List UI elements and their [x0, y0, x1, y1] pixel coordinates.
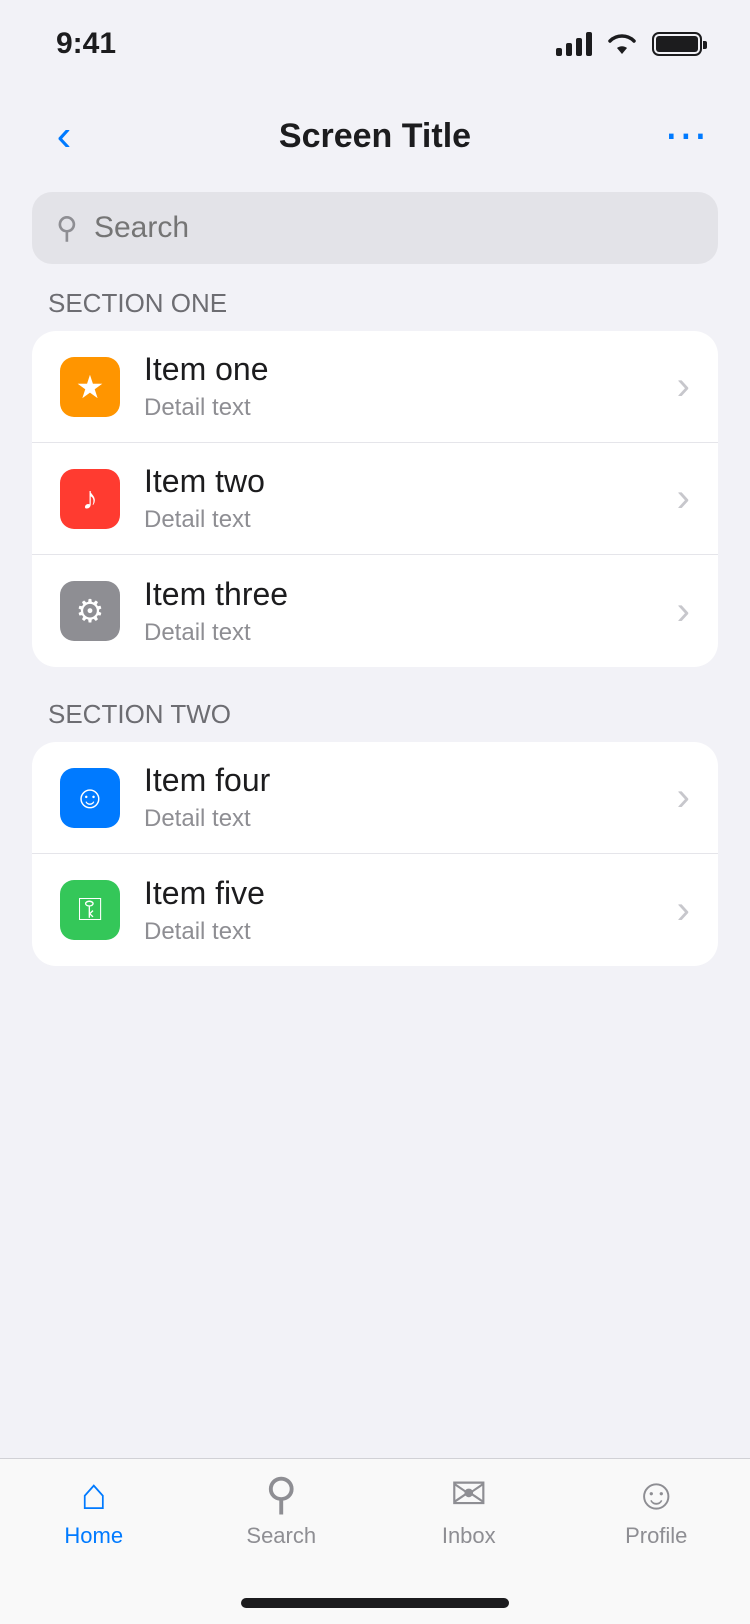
list-item-text: Item three Detail text — [144, 576, 653, 647]
tab-label: Search — [246, 1523, 317, 1548]
back-button[interactable]: ‹ — [32, 104, 96, 168]
lock-icon: ⚿ — [60, 880, 120, 940]
tab-profile[interactable]: ☺ Profile — [581, 1473, 731, 1624]
search-icon: ⚲ — [265, 1470, 298, 1519]
ellipsis-icon: ⋯ — [663, 111, 708, 160]
inbox-icon: ✉ — [450, 1470, 488, 1519]
list-item-title: Item one — [144, 351, 269, 387]
list-item-title: Item five — [144, 874, 265, 911]
wifi-icon — [608, 34, 636, 54]
home-icon: ⌂ — [80, 1470, 108, 1519]
more-button[interactable]: ⋯ — [654, 104, 718, 168]
chevron-right-icon: › — [676, 476, 690, 520]
status-icons — [556, 32, 707, 56]
list-item-title: Item four — [144, 762, 271, 798]
list-item-subtitle: Detail text — [144, 917, 251, 945]
section-header: Section Two — [48, 699, 231, 729]
gear-icon: ⚙ — [60, 581, 120, 641]
list-item-text: Item two Detail text — [144, 463, 653, 534]
chevron-right-icon: › — [676, 364, 690, 408]
search-input[interactable] — [93, 211, 694, 245]
tab-label: Profile — [625, 1523, 688, 1548]
search-icon: ⚲ — [56, 211, 78, 245]
star-icon: ★ — [60, 356, 120, 417]
list-item-subtitle: Detail text — [144, 506, 251, 533]
list-item[interactable]: ★ Item one Detail text › — [32, 331, 718, 443]
navigation-bar: ‹ Screen Title ⋯ — [0, 88, 750, 184]
list-item-subtitle: Detail text — [144, 394, 251, 421]
chevron-right-icon: › — [676, 588, 690, 633]
list-item-subtitle: Detail text — [144, 805, 251, 832]
page-title: Screen Title — [278, 116, 472, 155]
user-icon: ☺ — [633, 1470, 679, 1519]
battery-icon — [652, 32, 707, 56]
tab-label: Home — [64, 1523, 124, 1548]
tab-home[interactable]: ⌂ Home — [19, 1473, 169, 1624]
chevron-left-icon: ‹ — [56, 111, 72, 160]
status-time: 9:41 — [56, 27, 117, 60]
list-item-text: Item four Detail text — [144, 762, 653, 833]
grouped-list: ☺ Item four Detail text › ⚿ Item five Detail t… — [32, 742, 718, 966]
section-list: Section One ★ Item one Detail text › ♪ Item tw… — [0, 288, 750, 966]
home-indicator — [241, 1598, 509, 1608]
list-item-subtitle: Detail text — [144, 618, 251, 646]
list-item-text: Item one Detail text — [144, 351, 653, 422]
list-item-title: Item three — [144, 575, 289, 612]
list-item[interactable]: ☺ Item four Detail text › — [32, 742, 718, 854]
tab-label: Inbox — [441, 1523, 496, 1548]
chevron-right-icon: › — [676, 887, 690, 932]
list-item-title: Item two — [144, 463, 265, 499]
cellular-signal-icon — [556, 32, 592, 56]
list-item[interactable]: ⚙ Item three Detail text › — [32, 555, 718, 667]
search-bar[interactable]: ⚲ — [32, 192, 718, 264]
status-bar: 9:41 — [0, 0, 750, 88]
list-item[interactable]: ♪ Item two Detail text › — [32, 443, 718, 555]
list-item-text: Item five Detail text — [144, 875, 653, 946]
user-icon: ☺ — [60, 767, 120, 828]
chevron-right-icon: › — [676, 775, 690, 819]
list-item[interactable]: ⚿ Item five Detail text › — [32, 854, 718, 966]
bell-icon: ♪ — [60, 468, 120, 529]
grouped-list: ★ Item one Detail text › ♪ Item two Detail tex… — [32, 331, 718, 667]
section-header: Section One — [48, 288, 228, 318]
